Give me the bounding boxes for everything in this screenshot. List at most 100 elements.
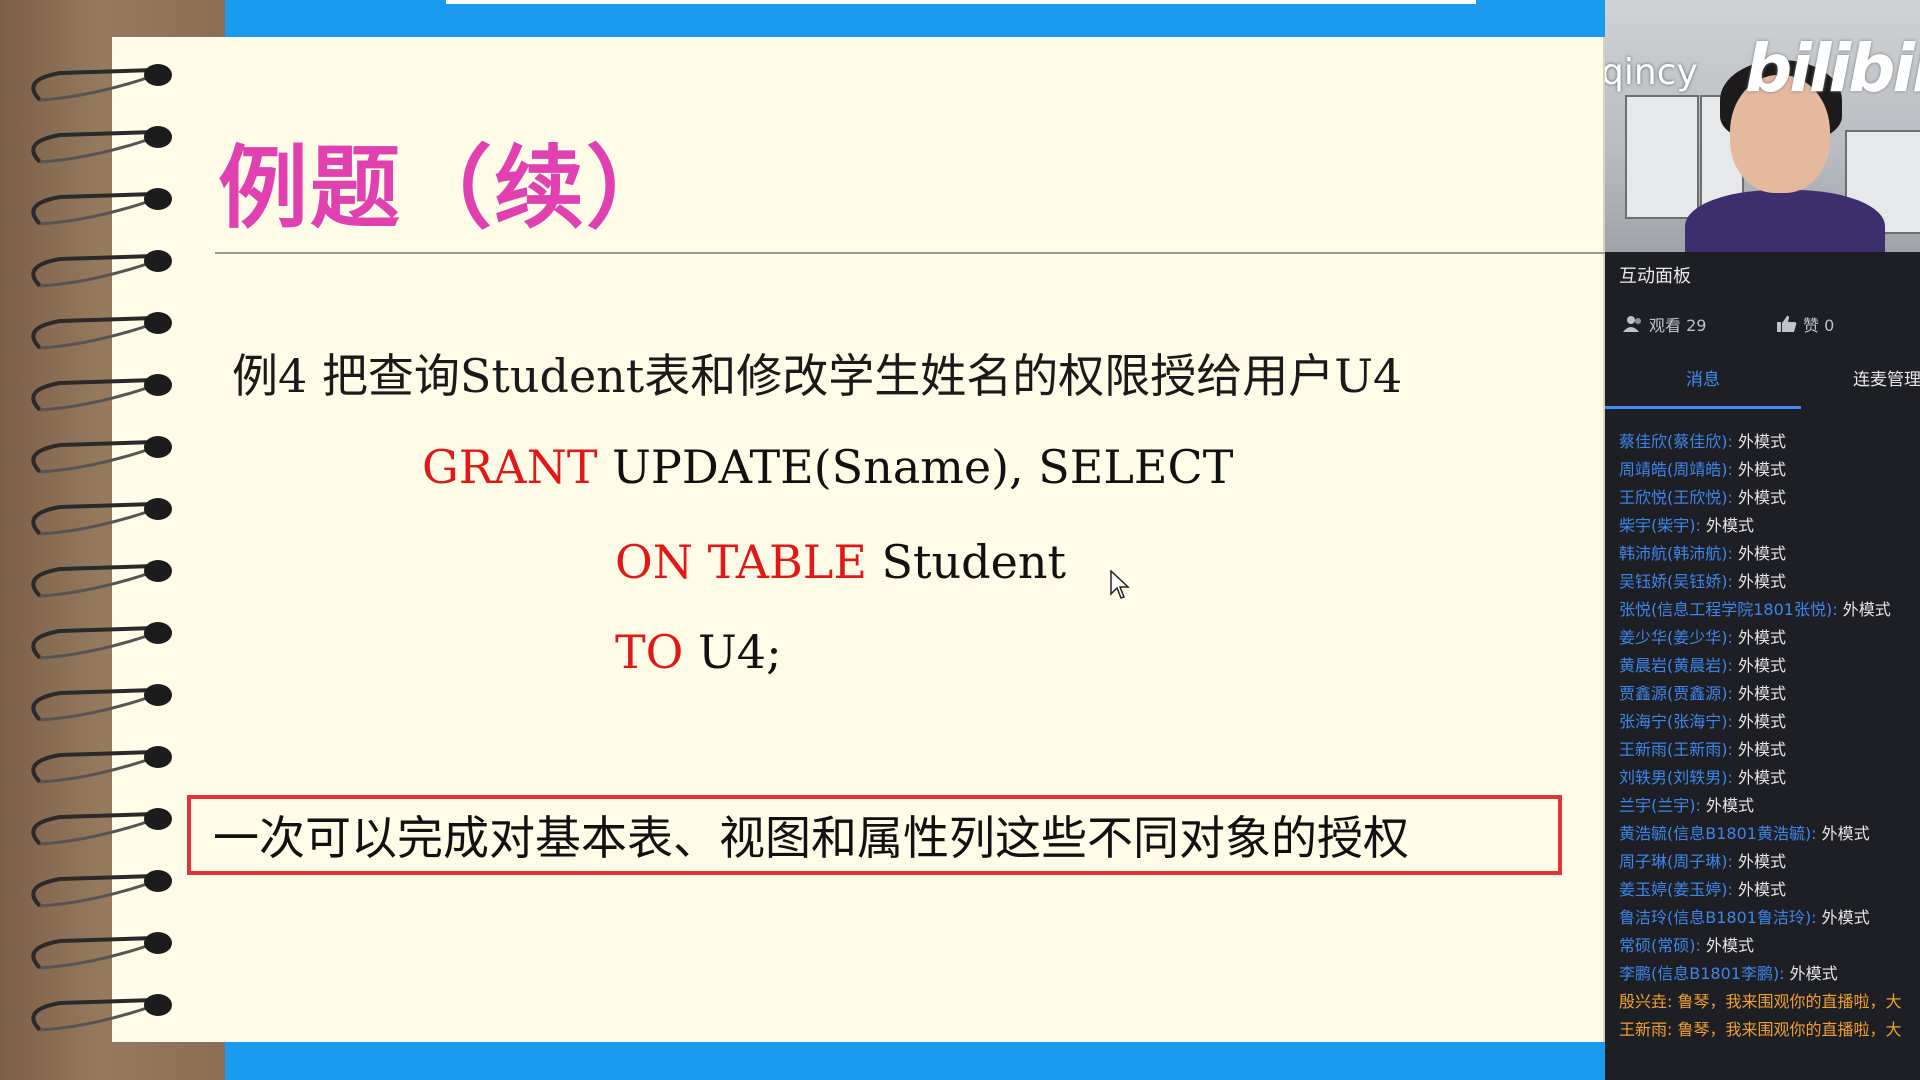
message-user[interactable]: 吴钰娇(吴钰娇): bbox=[1619, 572, 1733, 591]
message-text: 外模式 bbox=[1816, 824, 1870, 843]
message-user[interactable]: 李鹏(信息B1801李鹏): bbox=[1619, 964, 1785, 983]
message-text: 鲁琴，我来围观你的直播啦，大 bbox=[1672, 1020, 1902, 1039]
slide-title: 例题（续） bbox=[218, 136, 678, 241]
message-text: 鲁琴，我来围观你的直播啦，大 bbox=[1672, 992, 1902, 1011]
title-divider bbox=[215, 252, 1605, 254]
code-keyword: GRANT bbox=[422, 440, 598, 494]
list-item: 刘轶男(刘轶男): 外模式 bbox=[1619, 764, 1920, 792]
message-text: 外模式 bbox=[1732, 656, 1786, 675]
spiral-binding-icon bbox=[31, 64, 172, 1032]
message-text: 外模式 bbox=[1700, 796, 1754, 815]
message-text: 外模式 bbox=[1732, 852, 1786, 871]
code-line-1: GRANT UPDATE(Sname), SELECT bbox=[422, 440, 1233, 494]
message-user[interactable]: 兰宇(兰宇): bbox=[1619, 796, 1701, 815]
message-text: 外模式 bbox=[1837, 600, 1891, 619]
message-text: 外模式 bbox=[1700, 516, 1754, 535]
list-item: 蔡佳欣(蔡佳欣): 外模式 bbox=[1619, 428, 1920, 456]
code-line-3: TO U4; bbox=[615, 625, 782, 679]
list-item: 黄晨岩(黄晨岩): 外模式 bbox=[1619, 652, 1920, 680]
message-user[interactable]: 殷兴垚: bbox=[1619, 992, 1672, 1011]
list-item: 周子琳(周子琳): 外模式 bbox=[1619, 848, 1920, 876]
message-user[interactable]: 贾鑫源(贾鑫源): bbox=[1619, 684, 1733, 703]
message-user[interactable]: 黄晨岩(黄晨岩): bbox=[1619, 656, 1733, 675]
bilibili-logo: bilibili bbox=[1745, 30, 1920, 107]
code-text: UPDATE(Sname), SELECT bbox=[597, 440, 1234, 494]
list-item: 李鹏(信息B1801李鹏): 外模式 bbox=[1619, 960, 1920, 988]
tab-mic-management[interactable]: 连麦管理 bbox=[1853, 362, 1920, 406]
code-keyword: ON TABLE bbox=[615, 535, 867, 589]
code-keyword: TO bbox=[615, 625, 684, 679]
message-user[interactable]: 王新雨(王新雨): bbox=[1619, 740, 1733, 759]
list-item: 王新雨: 鲁琴，我来围观你的直播啦，大 bbox=[1619, 1016, 1920, 1044]
message-text: 外模式 bbox=[1732, 488, 1786, 507]
message-list: 蔡佳欣(蔡佳欣): 外模式 周靖皓(周靖皓): 外模式 王欣悦(王欣悦): 外模式柴… bbox=[1619, 428, 1920, 1044]
message-text: 外模式 bbox=[1784, 964, 1838, 983]
code-line-2: ON TABLE Student bbox=[615, 535, 1066, 589]
message-user[interactable]: 韩沛航(韩沛航): bbox=[1619, 544, 1733, 563]
message-user[interactable]: 柴宇(柴宇): bbox=[1619, 516, 1701, 535]
top-progress-bar bbox=[446, 0, 1476, 4]
message-user[interactable]: 张悦(信息工程学院1801张悦): bbox=[1619, 600, 1838, 619]
viewers-icon bbox=[1623, 316, 1641, 332]
like-count[interactable]: 赞 0 bbox=[1777, 312, 1834, 336]
list-item: 王欣悦(王欣悦): 外模式 bbox=[1619, 484, 1920, 512]
code-text: Student bbox=[866, 535, 1066, 589]
video-username: qincy bbox=[1605, 52, 1698, 93]
list-item: 贾鑫源(贾鑫源): 外模式 bbox=[1619, 680, 1920, 708]
thumbs-up-icon bbox=[1777, 315, 1797, 332]
message-user[interactable]: 周子琳(周子琳): bbox=[1619, 852, 1733, 871]
message-text: 外模式 bbox=[1732, 432, 1786, 451]
list-item: 常硕(常硕): 外模式 bbox=[1619, 932, 1920, 960]
list-item: 黄浩毓(信息B1801黄浩毓): 外模式 bbox=[1619, 820, 1920, 848]
likes-label: 赞 0 bbox=[1803, 316, 1835, 335]
list-item: 鲁洁玲(信息B1801鲁洁玲): 外模式 bbox=[1619, 904, 1920, 932]
list-item: 殷兴垚: 鲁琴，我来围观你的直播啦，大 bbox=[1619, 988, 1920, 1016]
message-text: 外模式 bbox=[1732, 544, 1786, 563]
code-text: U4; bbox=[683, 625, 782, 679]
tab-messages[interactable]: 消息 bbox=[1605, 362, 1801, 409]
message-text: 外模式 bbox=[1732, 740, 1786, 759]
message-text: 外模式 bbox=[1732, 460, 1786, 479]
background-window bbox=[1625, 95, 1699, 219]
message-user[interactable]: 王欣悦(王欣悦): bbox=[1619, 488, 1733, 507]
viewer-count: 观看 29 bbox=[1623, 312, 1706, 336]
live-side-panel: qincy bilibili 互动面板 观看 29 赞 0 消息 连麦管理 蔡佳… bbox=[1605, 0, 1920, 1080]
message-user[interactable]: 刘轶男(刘轶男): bbox=[1619, 768, 1733, 787]
list-item: 柴宇(柴宇): 外模式 bbox=[1619, 512, 1920, 540]
message-text: 外模式 bbox=[1732, 712, 1786, 731]
message-text: 外模式 bbox=[1732, 768, 1786, 787]
slide-bottom-border bbox=[225, 1042, 1605, 1080]
message-text: 外模式 bbox=[1732, 572, 1786, 591]
message-text: 外模式 bbox=[1732, 880, 1786, 899]
message-user[interactable]: 常硕(常硕): bbox=[1619, 936, 1701, 955]
presenter-body bbox=[1685, 190, 1885, 252]
list-item: 兰宇(兰宇): 外模式 bbox=[1619, 792, 1920, 820]
message-text: 外模式 bbox=[1732, 628, 1786, 647]
message-text: 外模式 bbox=[1732, 684, 1786, 703]
panel-tabs: 消息 连麦管理 bbox=[1605, 362, 1920, 409]
mouse-cursor-icon bbox=[1110, 570, 1130, 599]
list-item: 吴钰娇(吴钰娇): 外模式 bbox=[1619, 568, 1920, 596]
list-item: 张悦(信息工程学院1801张悦): 外模式 bbox=[1619, 596, 1920, 624]
highlight-note: 一次可以完成对基本表、视图和属性列这些不同对象的授权 bbox=[187, 795, 1562, 875]
list-item: 姜玉婷(姜玉婷): 外模式 bbox=[1619, 876, 1920, 904]
message-user[interactable]: 鲁洁玲(信息B1801鲁洁玲): bbox=[1619, 908, 1817, 927]
message-user[interactable]: 蔡佳欣(蔡佳欣): bbox=[1619, 432, 1733, 451]
interaction-panel-title: 互动面板 bbox=[1619, 266, 1691, 287]
message-user[interactable]: 黄浩毓(信息B1801黄浩毓): bbox=[1619, 824, 1817, 843]
message-user[interactable]: 王新雨: bbox=[1619, 1020, 1672, 1039]
example-statement: 例4 把查询Student表和修改学生姓名的权限授给用户U4 bbox=[232, 349, 1403, 403]
viewers-label: 观看 29 bbox=[1649, 316, 1707, 335]
list-item: 张海宁(张海宁): 外模式 bbox=[1619, 708, 1920, 736]
webcam-video[interactable]: qincy bilibili bbox=[1605, 0, 1920, 252]
message-text: 外模式 bbox=[1700, 936, 1754, 955]
message-user[interactable]: 张海宁(张海宁): bbox=[1619, 712, 1733, 731]
list-item: 周靖皓(周靖皓): 外模式 bbox=[1619, 456, 1920, 484]
list-item: 韩沛航(韩沛航): 外模式 bbox=[1619, 540, 1920, 568]
list-item: 王新雨(王新雨): 外模式 bbox=[1619, 736, 1920, 764]
list-item: 姜少华(姜少华): 外模式 bbox=[1619, 624, 1920, 652]
message-user[interactable]: 周靖皓(周靖皓): bbox=[1619, 460, 1733, 479]
message-user[interactable]: 姜玉婷(姜玉婷): bbox=[1619, 880, 1733, 899]
message-user[interactable]: 姜少华(姜少华): bbox=[1619, 628, 1733, 647]
message-text: 外模式 bbox=[1816, 908, 1870, 927]
